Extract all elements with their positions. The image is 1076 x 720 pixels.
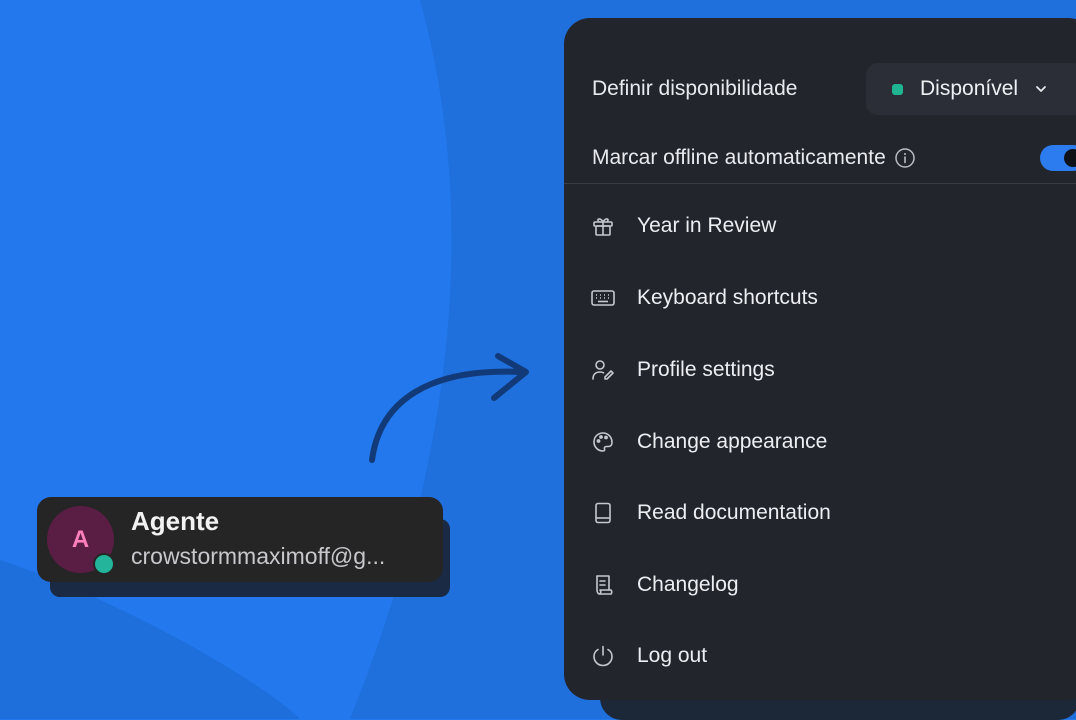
menu-item-profile-settings[interactable]: Profile settings: [590, 343, 1050, 397]
availability-select[interactable]: Disponível: [866, 63, 1076, 115]
palette-icon: [590, 429, 616, 455]
presence-indicator: [93, 553, 115, 575]
menu-item-change-appearance[interactable]: Change appearance: [590, 415, 1050, 469]
menu-item-label: Keyboard shortcuts: [637, 286, 818, 309]
toggle-knob: [1064, 149, 1076, 167]
availability-label: Definir disponibilidade: [592, 77, 798, 100]
status-dot: [892, 83, 903, 95]
auto-offline-label: Marcar offline automaticamente: [592, 146, 886, 169]
chevron-down-icon: [1036, 86, 1046, 92]
menu-item-year-in-review[interactable]: Year in Review: [590, 199, 1050, 253]
user-edit-icon: [590, 357, 616, 383]
auto-offline-row: Marcar offline automaticamente: [592, 132, 1076, 184]
menu-item-changelog[interactable]: Changelog: [590, 558, 1050, 612]
menu-item-keyboard-shortcuts[interactable]: Keyboard shortcuts: [590, 271, 1050, 325]
agent-name: Agente: [131, 506, 220, 536]
availability-value: Disponível: [920, 77, 1019, 100]
menu-item-label: Log out: [637, 644, 708, 667]
menu-item-label: Profile settings: [637, 358, 775, 381]
agent-card[interactable]: A Agente crowstormmaximoff@g...: [37, 497, 443, 582]
auto-offline-toggle[interactable]: [1040, 145, 1076, 171]
menu-divider: [564, 183, 1076, 184]
user-menu: Definir disponibilidade Disponível Marca…: [564, 18, 1076, 700]
menu-item-label: Year in Review: [637, 214, 777, 237]
menu-item-read-documentation[interactable]: Read documentation: [590, 486, 1050, 540]
curved-arrow-icon: [369, 353, 529, 463]
menu-item-label: Read documentation: [637, 501, 831, 524]
gift-icon: [590, 213, 616, 239]
menu-item-label: Changelog: [637, 573, 739, 596]
agent-email: crowstormmaximoff@g...: [131, 543, 386, 569]
menu-item-log-out[interactable]: Log out: [590, 629, 1050, 683]
avatar-initial: A: [71, 525, 90, 553]
book-icon: [590, 500, 616, 526]
keyboard-icon: [590, 285, 616, 311]
availability-row: Definir disponibilidade Disponível: [592, 63, 1076, 115]
power-icon: [590, 643, 616, 669]
menu-item-label: Change appearance: [637, 430, 828, 453]
info-icon[interactable]: [894, 147, 916, 169]
scroll-icon: [590, 572, 616, 598]
